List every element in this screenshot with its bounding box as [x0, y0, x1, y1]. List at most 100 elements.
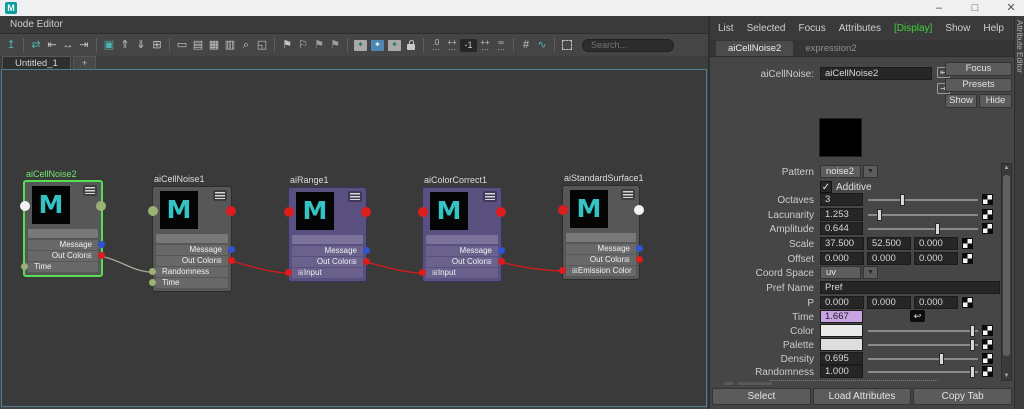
time-field[interactable]: 1.667 — [820, 310, 863, 323]
node-attr-row-out-color[interactable]: Out Color⊞ — [28, 251, 98, 261]
graph-tab-untitled_1[interactable]: Untitled_1 — [2, 56, 71, 70]
toggle-selection-sync-icon[interactable]: ⇄ — [28, 37, 44, 53]
lacunarity-slider-track[interactable] — [868, 214, 978, 216]
node-menu-icon[interactable] — [621, 189, 635, 200]
node-menu-icon[interactable] — [348, 191, 362, 202]
ae-menu-help[interactable]: Help — [983, 23, 1004, 34]
expand-icon[interactable]: ⊞ — [298, 270, 304, 277]
node-attr-row-message[interactable]: Message — [566, 244, 636, 254]
randomness-map-button[interactable] — [982, 366, 993, 377]
copy-tab-button[interactable]: Copy Tab — [913, 388, 1012, 405]
lacunarity-slider-thumb[interactable] — [877, 209, 882, 221]
attr-port[interactable] — [363, 247, 370, 254]
search-input[interactable] — [582, 39, 674, 52]
previous-bookmark-icon[interactable]: ⚑ — [311, 37, 327, 53]
scrollbar-thumb[interactable] — [1003, 175, 1010, 356]
ae-menu-show[interactable]: Show — [945, 23, 970, 34]
node-attr-row-time[interactable]: Time — [156, 278, 228, 288]
node-attr-row-out-color[interactable]: Out Color⊞ — [292, 257, 363, 267]
time-connection-icon[interactable]: ↩ — [910, 310, 925, 322]
node-input-port[interactable] — [418, 207, 428, 217]
node-attr-row-message[interactable]: Message — [156, 245, 228, 255]
expand-icon[interactable]: ⊞ — [624, 257, 630, 264]
node-attr-row-message[interactable]: Message — [28, 240, 98, 250]
palette-slider-track[interactable] — [868, 344, 978, 346]
palette-map-button[interactable] — [982, 339, 993, 350]
minimize-button[interactable]: – — [932, 0, 946, 16]
close-button[interactable]: ✕ — [1004, 0, 1018, 16]
bookmark-editor-icon[interactable]: ✦ — [371, 40, 384, 51]
node-attr-row-out-color[interactable]: Out Color⊞ — [566, 255, 636, 265]
display-full-mode-icon[interactable]: ▦ — [206, 37, 222, 53]
create-bookmark-icon[interactable]: ✦ — [354, 40, 367, 51]
node-name-field[interactable]: aiCellNoise2 — [820, 67, 932, 80]
attr-port[interactable] — [228, 257, 235, 264]
bookmark-flag-icon[interactable]: ⚑ — [279, 37, 295, 53]
color-swatch[interactable] — [820, 324, 863, 337]
randomness-field[interactable]: 1.000 — [820, 365, 863, 378]
pattern-dropdown-arrow-icon[interactable]: ▼ — [863, 165, 878, 178]
attr-port[interactable] — [285, 269, 292, 276]
scale-map-button[interactable] — [962, 238, 973, 249]
scale-field-0[interactable]: 37.500 — [820, 237, 864, 250]
bookmark-flag-outline-icon[interactable]: ⚐ — [295, 37, 311, 53]
frame-selection-icon[interactable]: ◱ — [254, 37, 270, 53]
node-menu-icon[interactable] — [213, 190, 227, 201]
octaves-slider-thumb[interactable] — [900, 194, 905, 206]
material-preview-swatch[interactable] — [819, 118, 862, 157]
maximize-button[interactable]: □ — [968, 0, 982, 16]
node-attr-row-message[interactable]: Message — [292, 246, 363, 256]
amplitude-map-button[interactable] — [982, 223, 993, 234]
node-attr-row-input[interactable]: ⊞Input — [292, 268, 363, 278]
palette-swatch[interactable] — [820, 338, 863, 351]
ae-menu-display[interactable]: [Display] — [894, 23, 932, 34]
presets-button[interactable]: Presets — [945, 78, 1012, 92]
node-input-port[interactable] — [20, 201, 30, 211]
marquee-select-tool-icon[interactable] — [559, 37, 575, 53]
density-field[interactable]: 0.695 — [820, 352, 863, 365]
lacunarity-field[interactable]: 1.253 — [820, 208, 863, 221]
hide-button[interactable]: Hide — [979, 94, 1012, 108]
node-menu-icon[interactable] — [483, 191, 497, 202]
node-attr-row-time[interactable]: Time — [28, 262, 98, 272]
display-simple-mode-icon[interactable]: ▭ — [174, 37, 190, 53]
p-field-0[interactable]: 0.000 — [820, 296, 864, 309]
organize-bookmarks-icon[interactable]: ✦ — [388, 40, 401, 51]
add-selected-to-graph-icon[interactable]: ▣ — [101, 37, 117, 53]
attr-port[interactable] — [498, 258, 505, 265]
node-output-port[interactable] — [96, 201, 106, 211]
pref-name-field[interactable]: Pref — [820, 281, 1000, 294]
node-input-port[interactable] — [284, 207, 294, 217]
auto-layout-graph-icon[interactable]: ⊞ — [149, 37, 165, 53]
scale-field-1[interactable]: 52.500 — [867, 237, 911, 250]
attr-port[interactable] — [228, 246, 235, 253]
scroll-down-icon[interactable]: ▼ — [1002, 373, 1011, 379]
node-output-port[interactable] — [226, 206, 236, 216]
node-attr-row-input[interactable]: ⊞Input — [426, 268, 498, 278]
ae-menu-list[interactable]: List — [718, 23, 734, 34]
grid-snap-toggle-icon[interactable]: # — [518, 37, 534, 53]
traversal-step-out-icon[interactable]: ++ — [477, 37, 493, 53]
amplitude-slider-track[interactable] — [868, 228, 978, 230]
load-attributes-button[interactable]: Load Attributes — [813, 388, 912, 405]
attr-port[interactable] — [363, 258, 370, 265]
ae-menu-selected[interactable]: Selected — [747, 23, 786, 34]
graph-node-aiCellNoise2[interactable]: aiCellNoise2MMessageOut Color⊞Time — [23, 180, 103, 277]
show-output-connections-icon[interactable]: ⇥ — [76, 37, 92, 53]
randomness-slider-track[interactable] — [868, 371, 978, 373]
coord-space-dropdown[interactable]: uv — [820, 266, 861, 279]
attr-port[interactable] — [98, 241, 105, 248]
add-upstream-nodes-icon[interactable]: ⇑ — [117, 37, 133, 53]
attr-port[interactable] — [149, 279, 156, 286]
density-slider-track[interactable] — [868, 358, 978, 360]
coord-space-dropdown-arrow-icon[interactable]: ▼ — [863, 266, 878, 279]
connection-wire[interactable] — [503, 263, 564, 272]
pin-node-icon[interactable]: ↥ — [3, 37, 19, 53]
color-map-button[interactable] — [982, 325, 993, 336]
ae-menu-attributes[interactable]: Attributes — [839, 23, 881, 34]
additive-checkbox[interactable]: ✓ — [820, 181, 832, 193]
show-button[interactable]: Show — [945, 94, 977, 108]
node-output-port[interactable] — [361, 207, 371, 217]
zoom-search-icon[interactable]: ⌕ — [238, 37, 254, 53]
expand-icon[interactable]: ⊞ — [432, 270, 438, 277]
